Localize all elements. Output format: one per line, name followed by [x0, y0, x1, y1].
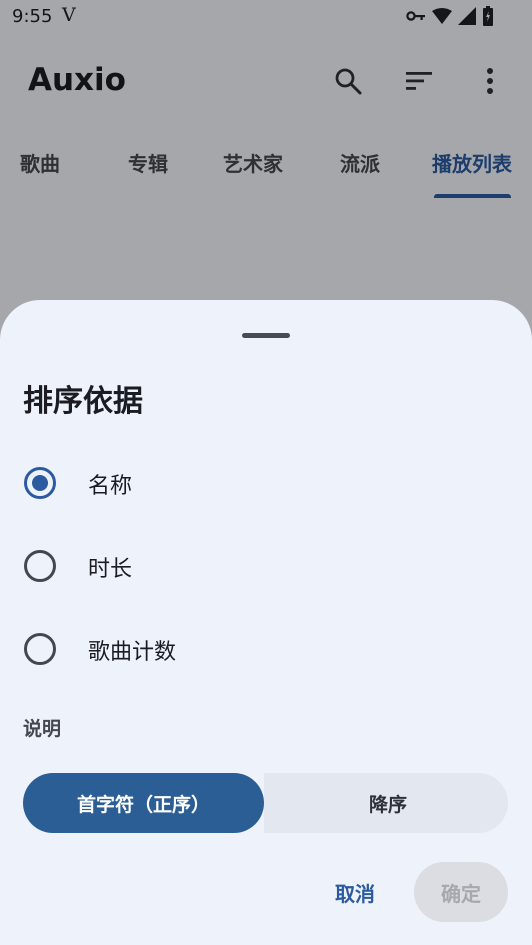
confirm-button[interactable]: 确定: [414, 862, 508, 922]
sort-option-name[interactable]: 名称: [0, 448, 532, 518]
ascending-label: 首字符（正序）: [76, 793, 210, 816]
descending-label: 降序: [368, 793, 407, 816]
ascending-button[interactable]: 首字符（正序）: [23, 773, 264, 833]
radio-button[interactable]: [24, 550, 56, 582]
sort-option-duration[interactable]: 时长: [0, 531, 532, 601]
drag-handle[interactable]: [242, 333, 290, 338]
descending-button[interactable]: 降序: [264, 773, 508, 833]
cancel-button[interactable]: 取消: [318, 862, 392, 922]
direction-label: 说明: [23, 718, 62, 740]
sort-option-song-count[interactable]: 歌曲计数: [0, 614, 532, 684]
radio-dot: [32, 475, 48, 491]
option-label: 歌曲计数: [88, 640, 177, 665]
radio-button[interactable]: [24, 633, 56, 665]
option-label: 时长: [88, 557, 133, 582]
sheet-title: 排序依据: [23, 384, 143, 419]
option-label: 名称: [88, 474, 133, 499]
radio-button-checked[interactable]: [24, 467, 56, 499]
sort-bottom-sheet: 排序依据 名称 时长 歌曲计数 说明 降序 首字符（正序） 取消 确定: [0, 300, 532, 945]
